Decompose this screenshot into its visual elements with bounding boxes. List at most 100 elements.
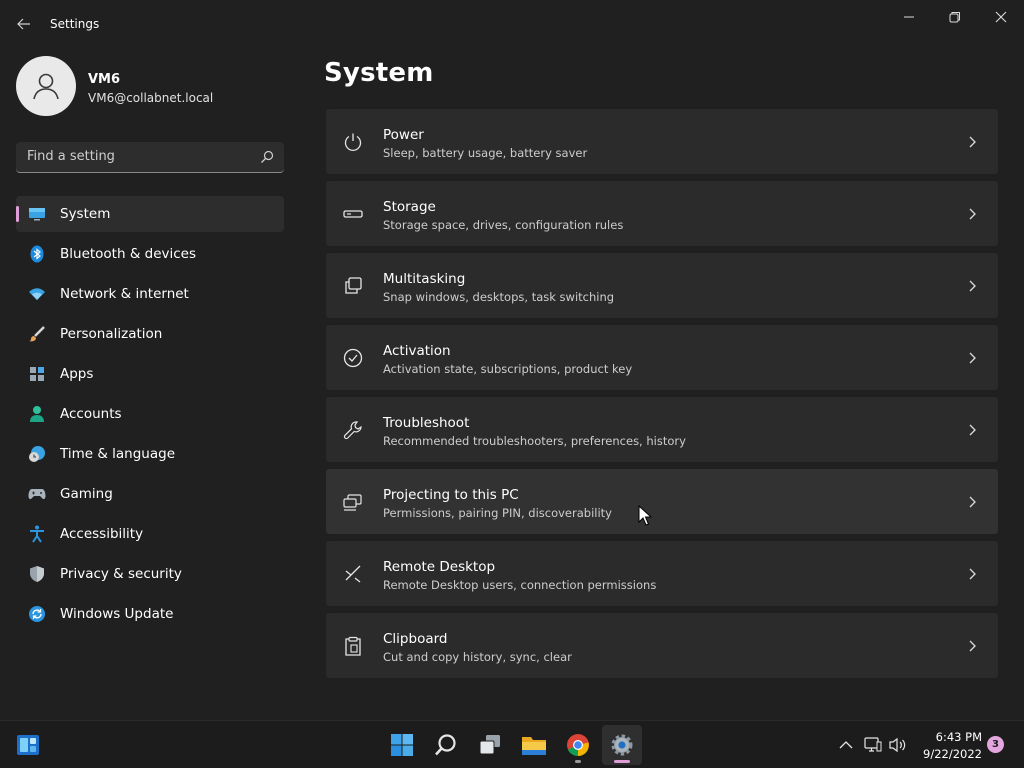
sidebar-item-bluetooth[interactable]: Bluetooth & devices	[16, 236, 284, 272]
power-icon	[342, 131, 364, 153]
show-hidden-icons-button[interactable]	[836, 735, 856, 755]
chevron-right-icon	[969, 352, 976, 364]
sidebar-item-label: Gaming	[60, 486, 113, 502]
card-title: Power	[383, 127, 424, 143]
task-view-icon	[479, 735, 500, 755]
user-icon	[33, 73, 59, 100]
card-activation[interactable]: Activation Activation state, subscriptio…	[325, 324, 999, 391]
chevron-right-icon	[969, 496, 976, 508]
card-storage[interactable]: Storage Storage space, drives, configura…	[325, 180, 999, 247]
sidebar-item-accounts[interactable]: Accounts	[16, 396, 284, 432]
bluetooth-icon	[28, 245, 46, 263]
sidebar-item-privacy[interactable]: Privacy & security	[16, 556, 284, 592]
update-icon	[28, 605, 46, 623]
activation-icon	[342, 347, 364, 369]
card-troubleshoot[interactable]: Troubleshoot Recommended troubleshooters…	[325, 396, 999, 463]
clock[interactable]: 6:43 PM 9/22/2022	[916, 729, 982, 763]
sidebar-item-system[interactable]: System	[16, 196, 284, 232]
avatar	[16, 56, 76, 116]
brush-icon	[28, 325, 46, 343]
sidebar-item-apps[interactable]: Apps	[16, 356, 284, 392]
chevron-up-icon	[839, 741, 853, 749]
search-icon	[435, 734, 456, 756]
profile-name: VM6	[88, 72, 121, 87]
wifi-icon	[28, 285, 46, 303]
clock-globe-icon	[28, 445, 46, 463]
card-multitasking[interactable]: Multitasking Snap windows, desktops, tas…	[325, 252, 999, 319]
start-button[interactable]	[382, 725, 422, 765]
apps-icon	[28, 365, 46, 383]
windows-start-icon	[391, 734, 413, 756]
taskbar-search-button[interactable]	[426, 725, 466, 765]
chevron-right-icon	[969, 568, 976, 580]
clipboard-icon	[342, 635, 364, 657]
active-indicator	[614, 760, 630, 763]
sidebar-item-label: Apps	[60, 366, 94, 382]
card-title: Storage	[383, 199, 436, 215]
multitasking-icon	[342, 275, 364, 297]
settings-list: Power Sleep, battery usage, battery save…	[325, 108, 999, 684]
search-input[interactable]: Find a setting	[16, 142, 284, 173]
selection-indicator	[16, 206, 19, 222]
projecting-icon	[342, 491, 364, 513]
card-subtitle: Recommended troubleshooters, preferences…	[383, 434, 686, 448]
sidebar-item-label: Time & language	[60, 446, 176, 462]
close-button[interactable]	[978, 4, 1024, 30]
accessibility-icon	[28, 525, 46, 543]
chevron-right-icon	[969, 640, 976, 652]
settings-taskbar-button[interactable]	[602, 725, 642, 765]
mouse-cursor-icon	[638, 505, 652, 526]
widgets-button[interactable]	[8, 725, 48, 765]
chevron-right-icon	[969, 280, 976, 292]
accounts-icon	[28, 405, 46, 423]
sidebar-item-network[interactable]: Network & internet	[16, 276, 284, 312]
card-title: Activation	[383, 343, 451, 359]
card-subtitle: Cut and copy history, sync, clear	[383, 650, 572, 664]
taskbar: 6:43 PM 9/22/2022 3	[0, 720, 1024, 768]
sidebar-item-label: Accounts	[60, 406, 122, 422]
wrench-icon	[342, 419, 364, 441]
page-title: System	[324, 58, 434, 88]
sidebar-item-accessibility[interactable]: Accessibility	[16, 516, 284, 552]
close-icon	[995, 11, 1007, 23]
card-title: Multitasking	[383, 271, 466, 287]
profile-email: VM6@collabnet.local	[88, 91, 214, 105]
card-clipboard[interactable]: Clipboard Cut and copy history, sync, cl…	[325, 612, 999, 679]
search-icon	[261, 150, 274, 163]
card-subtitle: Activation state, subscriptions, product…	[383, 362, 633, 376]
chevron-right-icon	[969, 208, 976, 220]
card-subtitle: Snap windows, desktops, task switching	[383, 290, 615, 304]
card-projecting[interactable]: Projecting to this PC Permissions, pairi…	[325, 468, 999, 535]
card-title: Clipboard	[383, 631, 448, 647]
notification-badge[interactable]: 3	[987, 736, 1004, 753]
network-tray-button[interactable]	[863, 735, 883, 755]
sidebar-item-gaming[interactable]: Gaming	[16, 476, 284, 512]
volume-icon	[889, 737, 906, 753]
restore-button[interactable]	[932, 4, 978, 30]
card-subtitle: Remote Desktop users, connection permiss…	[383, 578, 657, 592]
sidebar-item-time-language[interactable]: Time & language	[16, 436, 284, 472]
card-remote-desktop[interactable]: Remote Desktop Remote Desktop users, con…	[325, 540, 999, 607]
sidebar-item-label: Personalization	[60, 326, 163, 342]
card-title: Remote Desktop	[383, 559, 496, 575]
card-subtitle: Sleep, battery usage, battery saver	[383, 146, 588, 160]
task-view-button[interactable]	[470, 725, 510, 765]
running-indicator	[575, 760, 581, 763]
sidebar-nav: System Bluetooth & devices Network & int…	[16, 196, 284, 636]
volume-tray-button[interactable]	[888, 735, 908, 755]
chrome-button[interactable]	[558, 725, 598, 765]
sidebar-item-personalization[interactable]: Personalization	[16, 316, 284, 352]
card-subtitle: Permissions, pairing PIN, discoverabilit…	[383, 506, 612, 520]
app-title: Settings	[50, 17, 100, 31]
minimize-button[interactable]	[886, 4, 932, 30]
file-explorer-button[interactable]	[514, 725, 554, 765]
back-button[interactable]	[12, 12, 36, 36]
sidebar-item-label: Network & internet	[60, 286, 189, 302]
sidebar-item-windows-update[interactable]: Windows Update	[16, 596, 284, 632]
restore-icon	[949, 12, 960, 23]
network-icon	[864, 737, 882, 752]
card-title: Troubleshoot	[383, 415, 470, 431]
card-title: Projecting to this PC	[383, 487, 519, 503]
card-power[interactable]: Power Sleep, battery usage, battery save…	[325, 108, 999, 175]
settings-icon	[611, 734, 633, 756]
